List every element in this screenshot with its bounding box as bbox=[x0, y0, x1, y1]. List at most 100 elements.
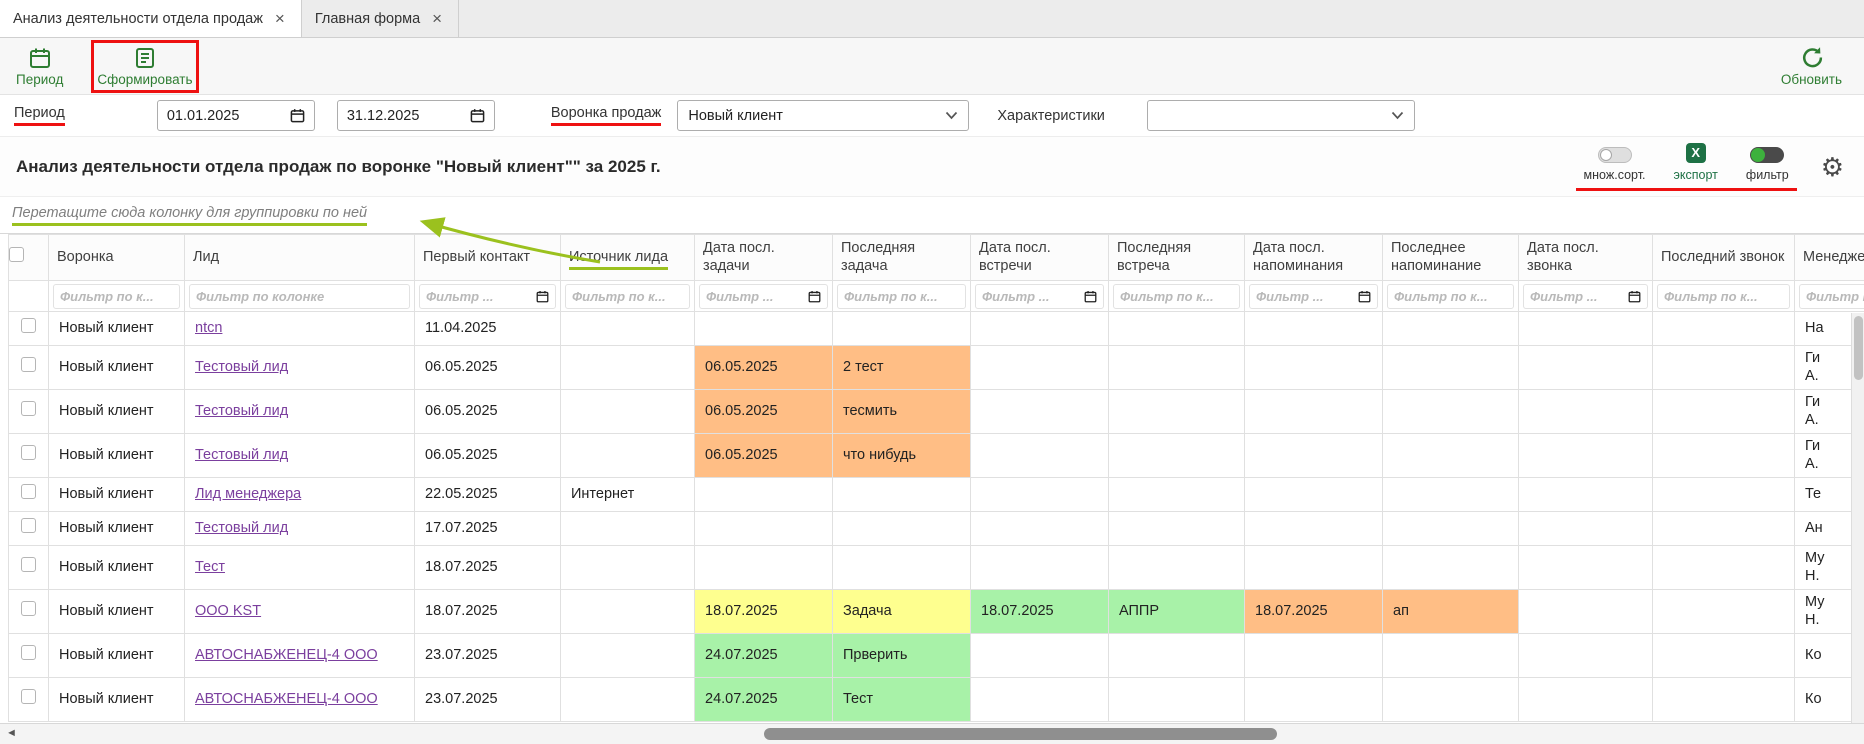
horizontal-scroll-thumb[interactable] bbox=[764, 728, 1277, 740]
row-checkbox[interactable] bbox=[21, 645, 36, 660]
filter-cell-task: Фильтр по к... bbox=[833, 281, 971, 312]
lead-link[interactable]: Лид менеджера bbox=[195, 486, 301, 502]
generate-button[interactable]: Сформировать bbox=[97, 46, 192, 87]
row-checkbox[interactable] bbox=[21, 401, 36, 416]
lead-link[interactable]: ntcn bbox=[195, 320, 222, 336]
cell-remind_date bbox=[1245, 434, 1383, 478]
toggle-on-icon[interactable] bbox=[1750, 147, 1784, 163]
lead-link[interactable]: Тестовый лид bbox=[195, 520, 288, 536]
vertical-scroll-thumb[interactable] bbox=[1854, 316, 1863, 380]
column-header-funnel[interactable]: Воронка bbox=[49, 235, 185, 281]
calendar-icon[interactable] bbox=[536, 290, 549, 303]
calendar-icon bbox=[28, 46, 52, 70]
lead-link[interactable]: ООО KST bbox=[195, 603, 261, 619]
filter-funnel-input[interactable]: Фильтр по к... bbox=[53, 284, 180, 309]
filter-manager-input[interactable]: Фильтр по к... bbox=[1799, 284, 1864, 309]
filter-cell-first_contact: Фильтр ... bbox=[415, 281, 561, 312]
vertical-scrollbar[interactable] bbox=[1851, 313, 1864, 723]
filter-task-input[interactable]: Фильтр по к... bbox=[837, 284, 966, 309]
close-icon[interactable]: × bbox=[432, 10, 442, 27]
row-checkbox[interactable] bbox=[21, 445, 36, 460]
report-title: Анализ деятельности отдела продаж по вор… bbox=[16, 157, 1576, 177]
group-drop-zone[interactable]: Перетащите сюда колонку для группировки … bbox=[0, 197, 1864, 233]
cell-lead: АВТОСНАБЖЕНЕЦ-4 ООО bbox=[185, 634, 415, 678]
filter-placeholder: Фильтр ... bbox=[706, 289, 774, 304]
cell-source bbox=[561, 512, 695, 546]
column-header-first_contact[interactable]: Первый контакт bbox=[415, 235, 561, 281]
column-header-task[interactable]: Последняя задача bbox=[833, 235, 971, 281]
row-checkbox[interactable] bbox=[21, 484, 36, 499]
filter-empty-cell bbox=[9, 281, 49, 312]
filter-meet-input[interactable]: Фильтр по к... bbox=[1113, 284, 1240, 309]
date-from-input[interactable]: 01.01.2025 bbox=[157, 100, 315, 131]
refresh-button[interactable]: Обновить bbox=[1781, 45, 1842, 87]
column-header-call_date[interactable]: Дата посл. звонка bbox=[1519, 235, 1653, 281]
funnel-select[interactable]: Новый клиент bbox=[677, 100, 969, 131]
calendar-icon[interactable] bbox=[1358, 290, 1371, 303]
column-header-lead[interactable]: Лид bbox=[185, 235, 415, 281]
filter-lead-input[interactable]: Фильтр по колонке bbox=[189, 284, 410, 309]
column-header-manager[interactable]: Менеджер bbox=[1795, 235, 1864, 281]
filter-call_date-input[interactable]: Фильтр ... bbox=[1523, 284, 1648, 309]
lead-link[interactable]: Тестовый лид bbox=[195, 359, 288, 375]
calendar-icon[interactable] bbox=[290, 108, 305, 123]
period-button[interactable]: Период bbox=[16, 46, 63, 87]
filter-first_contact-input[interactable]: Фильтр ... bbox=[419, 284, 556, 309]
toggle-off-icon[interactable] bbox=[1598, 147, 1632, 163]
filter-cell-manager: Фильтр по к... bbox=[1795, 281, 1864, 312]
cell-meet: АППР bbox=[1109, 590, 1245, 634]
lead-link[interactable]: Тестовый лид bbox=[195, 403, 288, 419]
row-checkbox-cell bbox=[9, 390, 49, 434]
column-header-meet_date[interactable]: Дата посл. встречи bbox=[971, 235, 1109, 281]
column-header-source[interactable]: Источник лида bbox=[561, 235, 695, 281]
horizontal-scrollbar[interactable]: ◄ bbox=[0, 723, 1864, 744]
settings-gear-icon[interactable]: ⚙ bbox=[1821, 154, 1844, 180]
column-header-remind_date[interactable]: Дата посл. напоминания bbox=[1245, 235, 1383, 281]
calendar-icon[interactable] bbox=[470, 108, 485, 123]
cell-call_date bbox=[1519, 678, 1653, 722]
select-all-checkbox[interactable] bbox=[9, 247, 24, 262]
filter-placeholder: Фильтр по к... bbox=[60, 289, 154, 304]
filter-source-input[interactable]: Фильтр по к... bbox=[565, 284, 690, 309]
column-header-meet[interactable]: Последняя встреча bbox=[1109, 235, 1245, 281]
scroll-left-icon[interactable]: ◄ bbox=[6, 728, 17, 739]
characteristics-select[interactable] bbox=[1147, 100, 1415, 131]
export-button[interactable]: X экспорт bbox=[1674, 143, 1718, 182]
column-header-remind[interactable]: Последнее напоминание bbox=[1383, 235, 1519, 281]
filter-cell-funnel: Фильтр по к... bbox=[49, 281, 185, 312]
filter-task_date-input[interactable]: Фильтр ... bbox=[699, 284, 828, 309]
filter-meet_date-input[interactable]: Фильтр ... bbox=[975, 284, 1104, 309]
lead-link[interactable]: Тестовый лид bbox=[195, 447, 288, 463]
lead-link[interactable]: АВТОСНАБЖЕНЕЦ-4 ООО bbox=[195, 691, 378, 707]
select-all-cell bbox=[9, 235, 49, 281]
row-checkbox[interactable] bbox=[21, 689, 36, 704]
calendar-icon[interactable] bbox=[808, 290, 821, 303]
cell-call bbox=[1653, 312, 1795, 346]
row-checkbox[interactable] bbox=[21, 601, 36, 616]
row-checkbox[interactable] bbox=[21, 557, 36, 572]
row-checkbox[interactable] bbox=[21, 357, 36, 372]
calendar-icon[interactable] bbox=[1084, 290, 1097, 303]
filter-remind-input[interactable]: Фильтр по к... bbox=[1387, 284, 1514, 309]
date-to-input[interactable]: 31.12.2025 bbox=[337, 100, 495, 131]
calendar-icon[interactable] bbox=[1628, 290, 1641, 303]
column-label: Дата посл. напоминания bbox=[1253, 240, 1343, 273]
filter-remind_date-input[interactable]: Фильтр ... bbox=[1249, 284, 1378, 309]
funnel-select-value: Новый клиент bbox=[688, 108, 783, 124]
filter-toggle[interactable]: фильтр bbox=[1746, 147, 1789, 182]
column-header-call[interactable]: Последний звонок bbox=[1653, 235, 1795, 281]
cell-task: тесмить bbox=[833, 390, 971, 434]
close-icon[interactable]: × bbox=[275, 10, 285, 27]
multi-sort-toggle[interactable]: множ.сорт. bbox=[1584, 147, 1646, 182]
tab-sales-analysis[interactable]: Анализ деятельности отдела продаж × bbox=[0, 0, 302, 37]
cell-first_contact: 11.04.2025 bbox=[415, 312, 561, 346]
lead-link[interactable]: Тест bbox=[195, 559, 225, 575]
app-window: Анализ деятельности отдела продаж × Глав… bbox=[0, 0, 1864, 744]
lead-link[interactable]: АВТОСНАБЖЕНЕЦ-4 ООО bbox=[195, 647, 378, 663]
filter-call-input[interactable]: Фильтр по к... bbox=[1657, 284, 1790, 309]
row-checkbox[interactable] bbox=[21, 518, 36, 533]
row-checkbox[interactable] bbox=[21, 318, 36, 333]
column-header-task_date[interactable]: Дата посл. задачи bbox=[695, 235, 833, 281]
cell-funnel: Новый клиент bbox=[49, 512, 185, 546]
tab-main-form[interactable]: Главная форма × bbox=[302, 0, 459, 37]
